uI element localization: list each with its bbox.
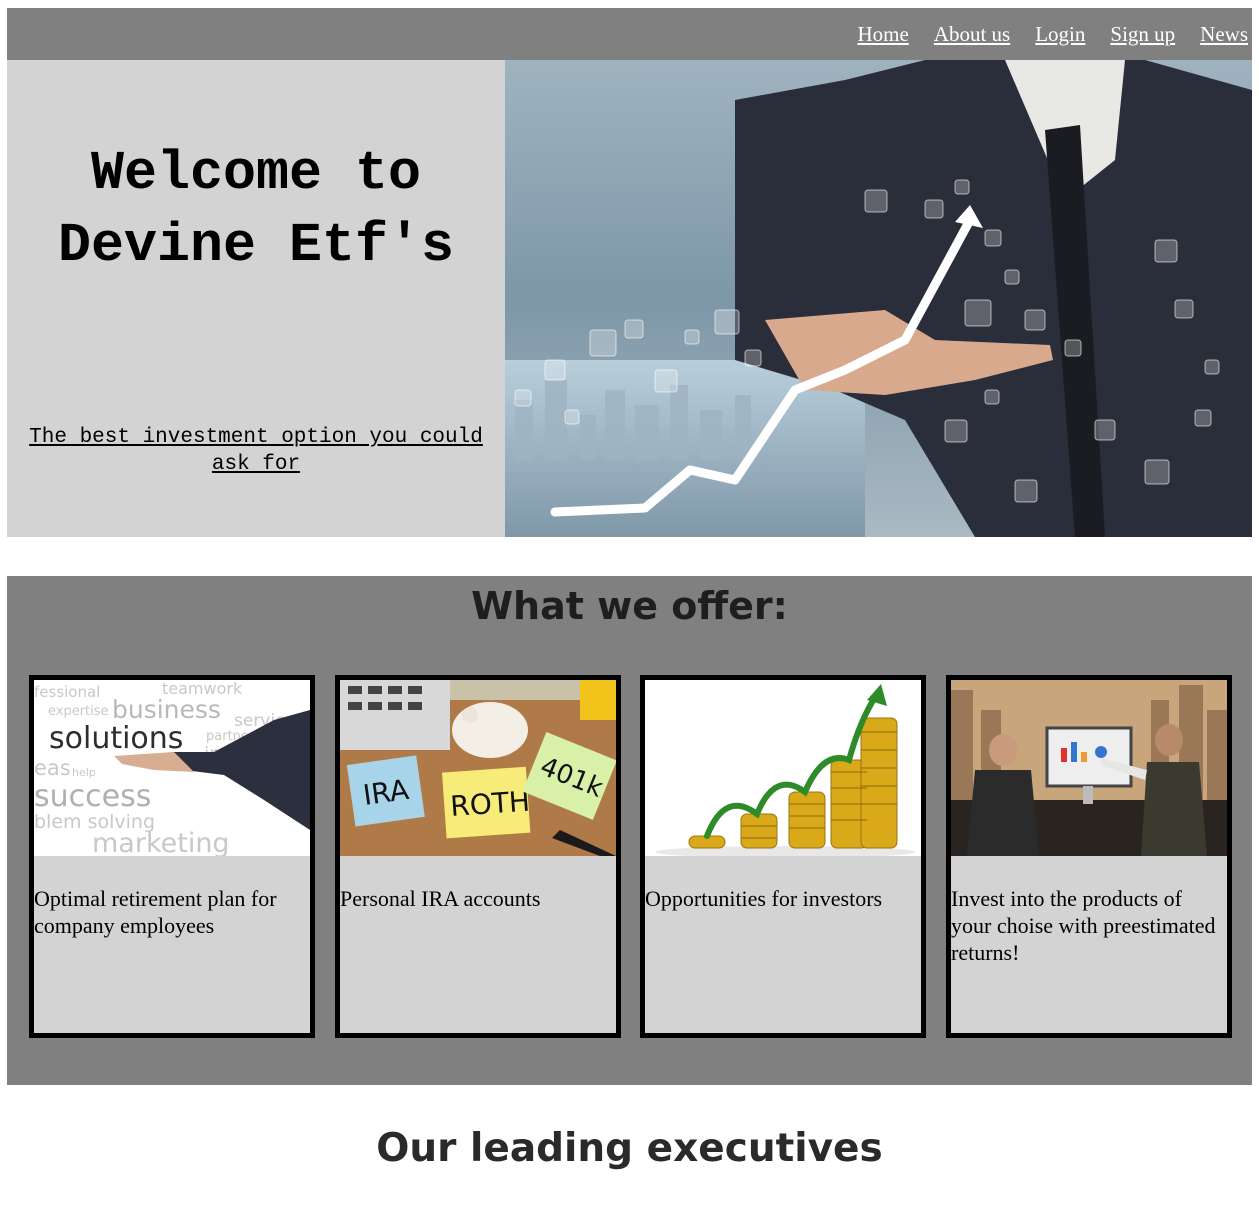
card-image-ira-piggy-bank: IRA ROTH 401k [340, 680, 616, 856]
offer-card-investors[interactable]: Opportunities for investors [640, 675, 926, 1038]
word-cloud-word: expertise [48, 704, 109, 719]
word-cloud-word: eas [34, 756, 71, 780]
hero-title-line1: Welcome to [90, 142, 422, 205]
hero-subtitle-link[interactable]: The best investment option you could ask… [27, 424, 485, 478]
card-text: Invest into the products of your choise … [951, 886, 1216, 965]
hero-image-businessman-chart [505, 60, 1252, 537]
note-roth-label: ROTH [449, 785, 531, 823]
word-cloud-word: marketing [92, 828, 230, 856]
word-cloud-word: solutions [49, 721, 183, 756]
nav-link-about-us[interactable]: About us [934, 22, 1010, 47]
nav-link-news[interactable]: News [1200, 22, 1248, 47]
hero-title-line2: Devine Etf's [57, 214, 455, 277]
nav-links: Home About us Login Sign up News [857, 8, 1248, 60]
word-cloud-word: fessional [34, 683, 100, 701]
executives-title: Our leading executives [376, 1126, 883, 1171]
nav-link-home[interactable]: Home [857, 22, 908, 47]
offer-title: What we offer: [471, 584, 788, 628]
card-text: Opportunities for investors [645, 886, 883, 911]
word-cloud-word: success [34, 779, 151, 814]
card-image-office-meeting [951, 680, 1227, 856]
card-image-solutions-word-cloud: fessional teamwork expertise business se… [34, 680, 310, 856]
word-cloud-word: help [72, 766, 96, 779]
hero-title: Welcome to Devine Etf's [7, 138, 505, 282]
card-text: Personal IRA accounts [340, 886, 541, 911]
nav-link-login[interactable]: Login [1035, 22, 1085, 47]
card-text: Optimal retirement plan for company empl… [34, 886, 277, 938]
nav-link-sign-up[interactable]: Sign up [1110, 22, 1175, 47]
navbar: Home About us Login Sign up News [7, 8, 1252, 60]
hero-panel: Welcome to Devine Etf's The best investm… [7, 60, 505, 537]
word-cloud-word: business [112, 695, 221, 724]
offer-card-products[interactable]: Invest into the products of your choise … [946, 675, 1232, 1038]
note-ira-label: IRA [361, 773, 411, 812]
offer-section: What we offer: fessional teamwork expert… [7, 576, 1252, 1085]
offer-card-ira[interactable]: IRA ROTH 401k Personal IRA accounts [335, 675, 621, 1038]
card-image-coin-stacks-growth [645, 680, 921, 856]
offer-card-retirement[interactable]: fessional teamwork expertise business se… [29, 675, 315, 1038]
